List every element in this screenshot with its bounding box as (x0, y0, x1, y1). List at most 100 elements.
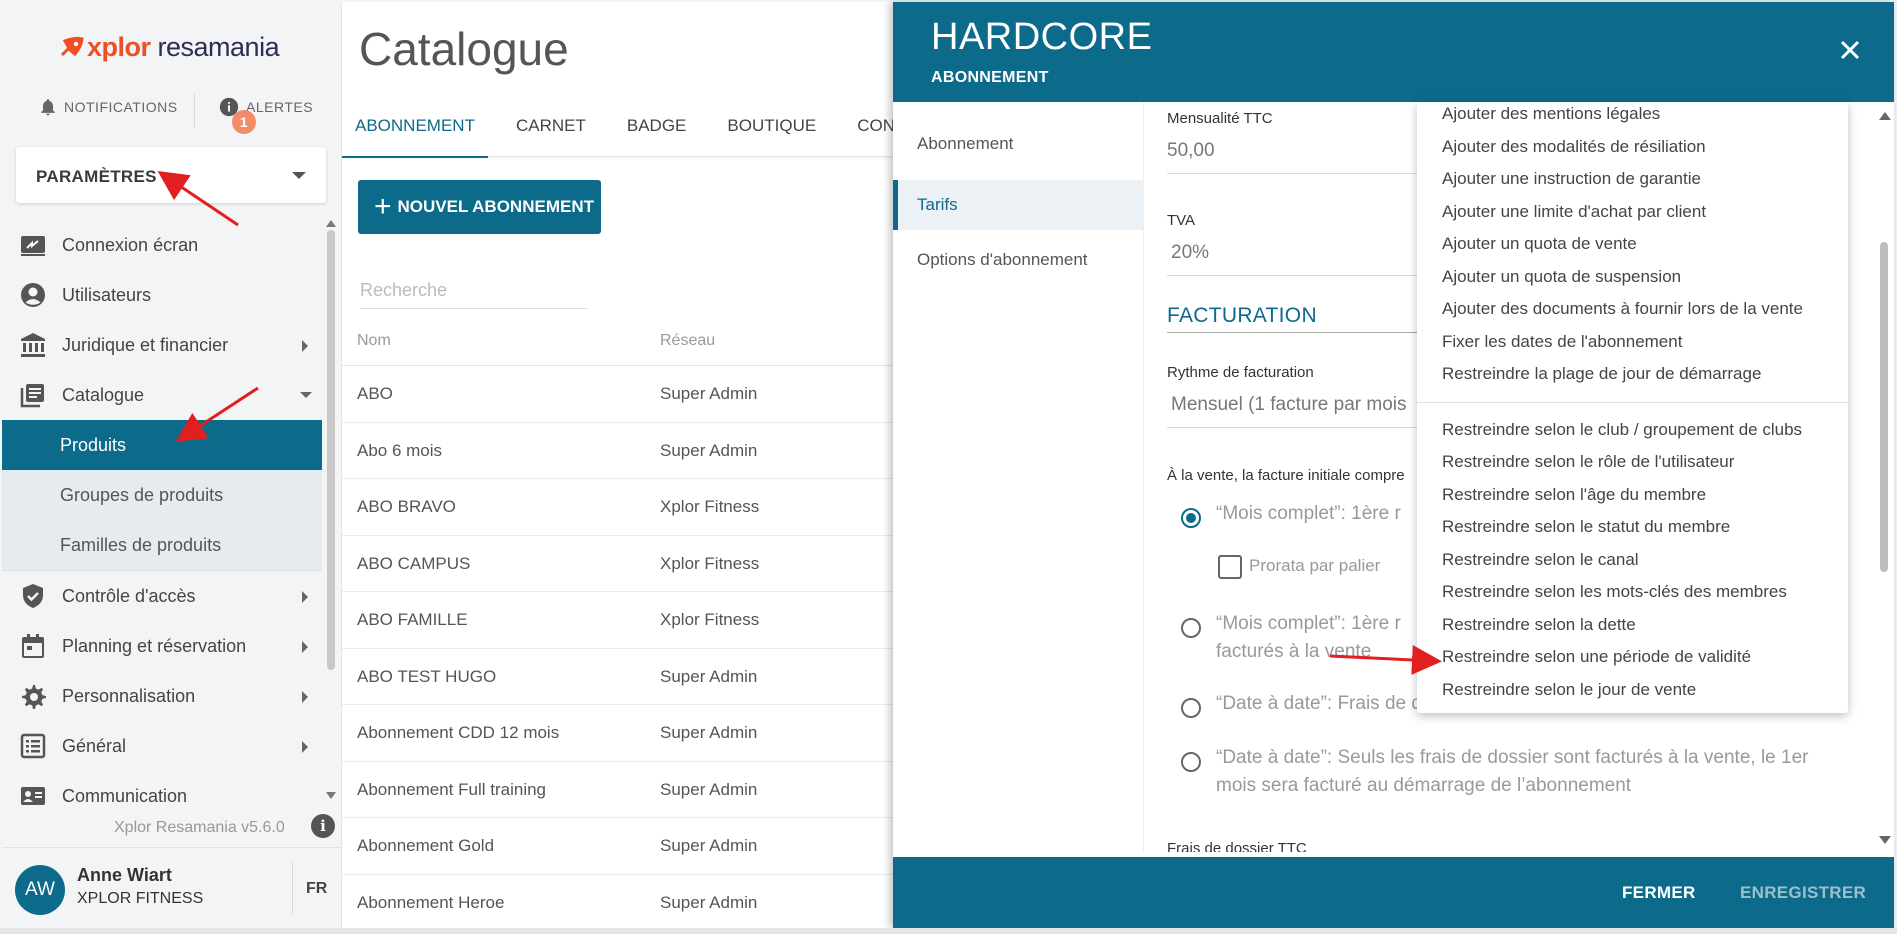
user-name: Anne Wiart (77, 865, 172, 885)
alerts-button[interactable]: ALERTES 1 (218, 96, 314, 134)
add-option-menu: Ajouter des mentions légales Ajouter des… (1417, 102, 1848, 713)
menu-item[interactable]: Restreindre selon le statut du membre (1442, 517, 1730, 537)
save-button[interactable]: ENREGISTRER (1740, 883, 1866, 903)
radio-date-a-date-2[interactable] (1181, 752, 1201, 772)
menu-item[interactable]: Ajouter un quota de vente (1442, 234, 1637, 254)
mensualite-field[interactable]: 50,00 (1167, 140, 1215, 162)
menu-item[interactable]: Fixer les dates de l'abonnement (1442, 332, 1682, 352)
menu-item[interactable]: Ajouter une limite d'achat par client (1442, 202, 1706, 222)
table-row[interactable]: Abonnement Gold Super Admin (342, 818, 898, 875)
close-button[interactable]: FERMER (1622, 883, 1696, 903)
menu-item[interactable]: Restreindre selon les mots-clés des memb… (1442, 582, 1787, 602)
nav-options[interactable]: Options d'abonnement (893, 235, 1143, 285)
notification-row: NOTIFICATIONS ALERTES 1 (2, 94, 341, 134)
cell-network: Super Admin (660, 723, 758, 742)
table-row[interactable]: ABO CAMPUS Xplor Fitness (342, 536, 898, 592)
menu-item[interactable]: Restreindre selon le rôle de l'utilisate… (1442, 452, 1734, 472)
sidebar-item-utilisateurs[interactable]: Utilisateurs (2, 270, 322, 320)
notifications-button[interactable]: NOTIFICATIONS (38, 96, 178, 118)
sidebar-subitem-groupes[interactable]: Groupes de produits (2, 470, 322, 520)
menu-item[interactable]: Restreindre la plage de jour de démarrag… (1442, 364, 1761, 384)
checkbox-prorata[interactable] (1218, 555, 1242, 579)
sidebar-item-controle[interactable]: Contrôle d'accès (2, 571, 322, 621)
scroll-down-arrow[interactable] (1879, 836, 1891, 844)
table-row[interactable]: ABO TEST HUGO Super Admin (342, 649, 898, 705)
brand-logo[interactable]: xplor resamania (59, 32, 280, 63)
table-row[interactable]: ABO Super Admin (342, 366, 898, 423)
sidebar-item-personnalisation[interactable]: Personnalisation (2, 671, 322, 721)
sidebar-scrollbar[interactable] (327, 230, 335, 670)
table-row[interactable]: Abonnement CDD 12 mois Super Admin (342, 705, 898, 762)
scroll-up-arrow[interactable] (1879, 112, 1891, 120)
rythme-select[interactable]: Mensuel (1 facture par mois (1171, 394, 1407, 416)
screen-login-icon (21, 236, 45, 256)
sidebar-subitem-familles[interactable]: Familles de produits (2, 520, 322, 570)
search-input[interactable]: Recherche (360, 272, 588, 309)
section-selector-label: PARAMÈTRES (36, 167, 157, 186)
cell-name: ABO TEST HUGO (357, 666, 497, 686)
menu-item[interactable]: Ajouter des mentions légales (1442, 104, 1660, 124)
menu-item-periode-validite[interactable]: Restreindre selon une période de validit… (1442, 647, 1751, 667)
nav-tarifs[interactable]: Tarifs (893, 180, 1143, 230)
scroll-up-arrow[interactable] (326, 220, 336, 227)
table-header: Nom Réseau (342, 317, 898, 366)
divider (1167, 427, 1427, 428)
alerts-count-badge: 1 (232, 110, 256, 134)
sidebar-item-planning[interactable]: Planning et réservation (2, 621, 322, 671)
radio-date-a-date-1[interactable] (1181, 698, 1201, 718)
menu-item[interactable]: Ajouter une instruction de garantie (1442, 169, 1701, 189)
language-selector[interactable]: FR (306, 880, 327, 898)
dialog-scrollbar[interactable] (1880, 242, 1888, 572)
catalogue-icon (20, 384, 44, 408)
chevron-right-icon (302, 591, 308, 603)
list-icon (20, 733, 46, 759)
cell-network: Xplor Fitness (660, 497, 760, 516)
close-icon[interactable] (1838, 38, 1862, 62)
tab-abonnement[interactable]: ABONNEMENT (342, 96, 488, 158)
chevron-right-icon (302, 691, 308, 703)
sidebar-item-label: Général (62, 735, 127, 756)
sidebar-item-communication[interactable]: Communication (2, 771, 322, 821)
menu-item[interactable]: Restreindre selon l'âge du membre (1442, 485, 1706, 505)
tva-label: TVA (1167, 212, 1196, 229)
sidebar-subitem-produits[interactable]: Produits (2, 420, 322, 470)
column-header-network[interactable]: Réseau (660, 332, 715, 350)
tva-select[interactable]: 20% (1171, 242, 1209, 264)
menu-item[interactable]: Restreindre selon le club / groupement d… (1442, 420, 1802, 440)
sidebar-item-general[interactable]: Général (2, 721, 322, 771)
column-header-name[interactable]: Nom (357, 332, 391, 350)
option-date-a-date-2: “Date à date”: Seuls les frais de dossie… (1216, 747, 1809, 768)
menu-item[interactable]: Restreindre selon le canal (1442, 550, 1639, 570)
radio-mois-complet-2[interactable] (1181, 618, 1201, 638)
xplor-logo-icon (60, 36, 84, 56)
scroll-down-arrow[interactable] (326, 792, 336, 799)
table-row[interactable]: Abonnement Full training Super Admin (342, 762, 898, 818)
app-version: Xplor Resamania v5.6.0 (114, 819, 285, 836)
menu-item[interactable]: Ajouter un quota de suspension (1442, 267, 1681, 287)
radio-mois-complet-1[interactable] (1181, 508, 1201, 528)
avatar[interactable]: AW (15, 865, 65, 915)
sidebar-item-connexion[interactable]: Connexion écran (2, 220, 322, 270)
tab-badge[interactable]: BADGE (627, 96, 716, 156)
sidebar-item-label: Groupes de produits (60, 484, 224, 505)
tab-boutique[interactable]: BOUTIQUE (727, 96, 845, 156)
sidebar-item-juridique[interactable]: Juridique et financier (2, 320, 322, 370)
new-subscription-button[interactable]: + NOUVEL ABONNEMENT (358, 180, 601, 234)
table-row[interactable]: Abo 6 mois Super Admin (342, 423, 898, 479)
info-icon[interactable]: i (311, 814, 335, 838)
tab-carnet[interactable]: CARNET (516, 96, 615, 156)
menu-item[interactable]: Ajouter des modalités de résiliation (1442, 137, 1706, 157)
sidebar-item-catalogue[interactable]: Catalogue (2, 370, 322, 420)
nav-abonnement[interactable]: Abonnement (893, 119, 1143, 169)
cell-name: ABO (357, 384, 393, 403)
table-row[interactable]: ABO FAMILLE Xplor Fitness (342, 592, 898, 649)
table-row[interactable]: ABO BRAVO Xplor Fitness (342, 479, 898, 536)
section-selector[interactable]: PARAMÈTRES (16, 147, 326, 203)
table-row[interactable]: Abonnement Heroe Super Admin (342, 875, 898, 931)
menu-item[interactable]: Restreindre selon la dette (1442, 615, 1636, 635)
mensualite-label: Mensualité TTC (1167, 110, 1273, 127)
menu-item[interactable]: Restreindre selon le jour de vente (1442, 680, 1696, 700)
menu-item[interactable]: Ajouter des documents à fournir lors de … (1442, 299, 1803, 319)
user-circle-icon (21, 283, 45, 307)
alerts-label: ALERTES (246, 99, 314, 115)
